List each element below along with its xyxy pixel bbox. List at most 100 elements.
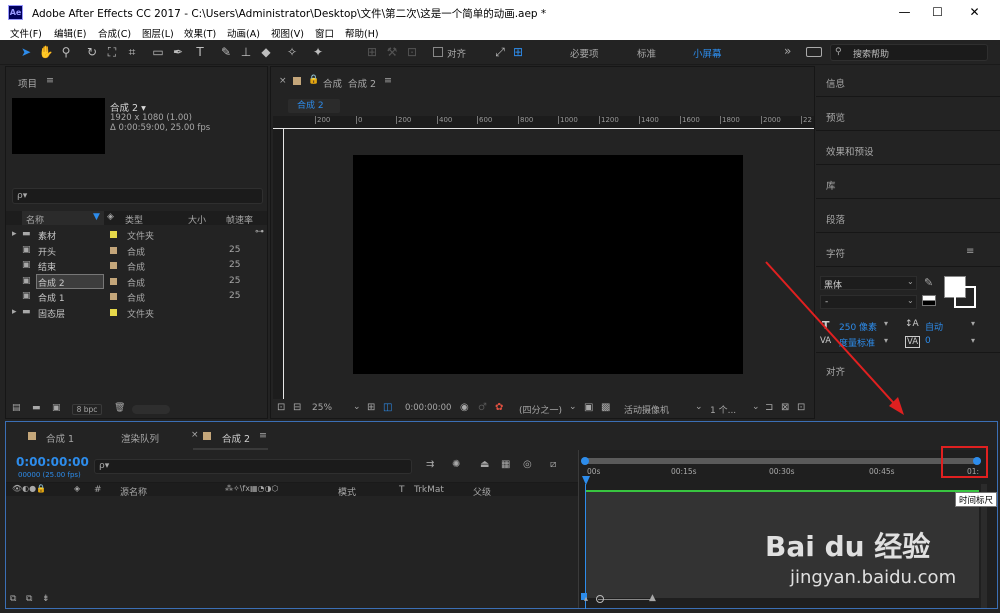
show-snapshot-icon[interactable]: ♂: [478, 402, 487, 413]
type-tool-icon[interactable]: T: [192, 44, 208, 60]
eraser-tool-icon[interactable]: ◆: [258, 44, 274, 60]
timeline-tab-comp2[interactable]: 合成 2: [222, 431, 250, 445]
mask-visibility-icon[interactable]: ◫: [383, 402, 392, 413]
workspace-standard[interactable]: 标准: [637, 46, 656, 60]
column-name[interactable]: 名称: [26, 213, 44, 226]
camera-tool-icon[interactable]: ⛶: [104, 44, 120, 60]
motion-blur-icon[interactable]: ◎: [523, 459, 532, 470]
comp-canvas[interactable]: [353, 155, 743, 374]
comp-panel-menu-icon[interactable]: ≡: [384, 75, 392, 86]
pan-behind-tool-icon[interactable]: ⌗: [124, 44, 140, 60]
character-panel-menu-icon[interactable]: ≡: [966, 246, 974, 257]
lock-icon[interactable]: 🔒: [308, 75, 319, 85]
current-time-indicator[interactable]: [582, 476, 590, 485]
always-preview-icon[interactable]: ⊡: [277, 402, 285, 413]
new-folder-icon[interactable]: ▬: [32, 403, 41, 413]
camera-select[interactable]: 活动摄像机: [624, 403, 669, 416]
resolution-chevron-icon[interactable]: ⌄: [569, 402, 577, 412]
workspace-toggle-icon[interactable]: [806, 47, 822, 57]
toggle-pixel-icon[interactable]: ⊐: [765, 402, 773, 413]
draft-3d-icon[interactable]: ✺: [452, 459, 460, 470]
tab-close-icon[interactable]: ×: [279, 76, 287, 86]
effects-presets-panel-tab[interactable]: 效果和预设: [826, 144, 874, 158]
menu-view[interactable]: 视图(V): [271, 26, 304, 40]
label-color-swatch[interactable]: [110, 246, 117, 254]
brush-tool-icon[interactable]: ✎: [218, 44, 234, 60]
timeline-tab-close-icon[interactable]: ×: [191, 430, 199, 440]
preview-panel-tab[interactable]: 预览: [826, 110, 845, 124]
menu-animation[interactable]: 动画(A): [227, 26, 260, 40]
project-item-row[interactable]: ▣ 开头 合成 25: [8, 243, 265, 258]
label-color-swatch[interactable]: [110, 231, 117, 238]
bpc-button[interactable]: 8 bpc: [72, 404, 102, 415]
region-of-interest-icon[interactable]: ▣: [584, 402, 593, 413]
axis-world-icon[interactable]: ⚒: [384, 44, 400, 60]
layer-list[interactable]: [6, 497, 578, 594]
frame-blending-icon[interactable]: ▦: [501, 459, 510, 470]
switches-icons[interactable]: ⁂✧\fx▦◔◑⬡: [225, 484, 278, 493]
timeline-zoom-slider[interactable]: [598, 599, 650, 600]
menu-composition[interactable]: 合成(C): [98, 26, 131, 40]
font-style-select[interactable]: - ⌄: [820, 295, 917, 309]
comp-name[interactable]: 合成 2 ▾: [110, 100, 146, 114]
menu-window[interactable]: 窗口: [315, 26, 334, 40]
channel-icon[interactable]: ✿: [495, 402, 503, 413]
zoom-tool-icon[interactable]: ⚲: [58, 44, 74, 60]
transparency-grid-icon[interactable]: ▩: [601, 402, 610, 413]
project-item-row[interactable]: ▸ ▬ 固态层 文件夹: [8, 305, 265, 320]
pen-tool-icon[interactable]: ✒: [170, 44, 186, 60]
timeline-current-time[interactable]: 0:00:00:00: [16, 455, 89, 469]
workspace-small-screen[interactable]: 小屏幕: [693, 46, 722, 60]
resolution-select[interactable]: (四分之一): [519, 403, 562, 416]
layer-number-column[interactable]: #: [94, 485, 102, 495]
label-color-swatch[interactable]: [110, 308, 117, 316]
trash-icon[interactable]: 🗑: [114, 403, 125, 413]
snapshot-icon[interactable]: ◉: [460, 402, 469, 413]
zoom-select[interactable]: 25%: [312, 403, 332, 413]
label-column-icon[interactable]: ◈: [74, 484, 80, 493]
workspace-essentials[interactable]: 必要项: [570, 46, 599, 60]
timeline-search-field[interactable]: ρ▾: [94, 459, 412, 474]
graph-editor-icon[interactable]: ⧄: [550, 459, 556, 470]
timeline-panel-menu-icon[interactable]: ≡: [259, 430, 267, 441]
menu-help[interactable]: 帮助(H): [345, 26, 379, 40]
label-color-swatch[interactable]: [110, 277, 117, 285]
comp-breadcrumb[interactable]: 合成 2: [288, 99, 340, 113]
time-ruler[interactable]: 00s 00:15s 00:30s 00:45s 01:: [579, 466, 991, 480]
views-select[interactable]: 1 个...: [710, 403, 736, 416]
project-item-row[interactable]: ▣ 合成 2 合成 25: [8, 273, 265, 289]
reset-exposure-icon[interactable]: ⊠: [781, 402, 789, 413]
views-chevron-icon[interactable]: ⌄: [752, 402, 760, 412]
workspace-overflow-button[interactable]: »: [784, 44, 791, 58]
composition-mini-flowchart-icon[interactable]: ⇉: [426, 459, 434, 470]
clone-stamp-tool-icon[interactable]: ⊥: [238, 44, 254, 60]
comp-tab-label[interactable]: 合成: [323, 76, 342, 90]
zoom-in-icon[interactable]: ▲: [649, 593, 656, 603]
info-panel-tab[interactable]: 信息: [826, 76, 845, 90]
stroke-color-swatch[interactable]: [954, 286, 976, 308]
monitor-icon[interactable]: ⊟: [293, 402, 301, 413]
t-column[interactable]: T: [399, 485, 405, 495]
paragraph-panel-tab[interactable]: 段落: [826, 212, 845, 226]
label-color-swatch[interactable]: [110, 293, 117, 300]
project-scrollbar[interactable]: [132, 405, 170, 414]
timeline-tab-render-queue[interactable]: 渲染队列: [121, 431, 159, 445]
font-size-chevron-icon[interactable]: ▾: [884, 319, 888, 328]
font-family-select[interactable]: 黑体 ⌄: [820, 276, 917, 291]
shy-layers-icon[interactable]: ⏏: [480, 459, 489, 470]
work-area-bar[interactable]: [581, 458, 981, 464]
leading-chevron-icon[interactable]: ▾: [971, 319, 975, 328]
timeline-zoom-handle[interactable]: [596, 595, 604, 603]
work-area-start-handle[interactable]: [581, 457, 589, 465]
interpret-footage-icon[interactable]: ▤: [12, 403, 21, 413]
expand-switches-icon[interactable]: ⧉: [10, 594, 16, 604]
fast-previews-icon[interactable]: ⊡: [797, 402, 805, 413]
project-search-field[interactable]: ρ▾: [12, 188, 263, 204]
character-panel-title[interactable]: 字符: [826, 246, 845, 260]
help-search-field[interactable]: ⚲ 搜索帮助: [830, 44, 988, 61]
expand-stretch-icon[interactable]: ⇟: [42, 594, 50, 604]
trkmat-column[interactable]: TrkMat: [414, 485, 444, 495]
font-size-value[interactable]: 250 像素: [839, 320, 877, 333]
snap-icon[interactable]: ⤢: [492, 44, 508, 60]
leading-value[interactable]: 自动: [925, 320, 943, 333]
